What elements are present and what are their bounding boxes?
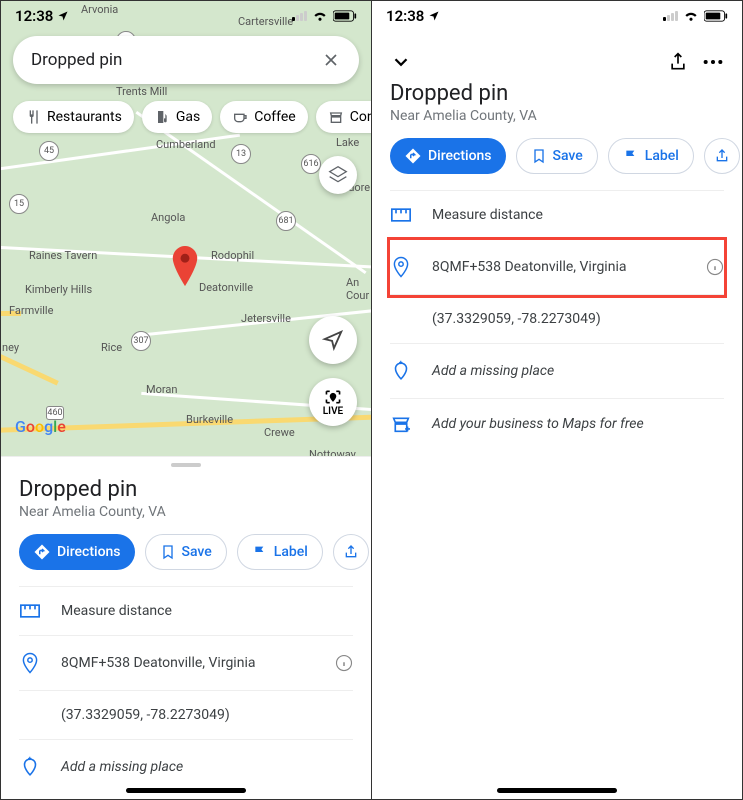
plus-code-row[interactable]: 8QMF+538 Deatonville, Virginia [19,636,353,691]
coordinates-row[interactable]: (37.3329059, -78.2273049) [19,691,353,740]
share-icon[interactable] [668,51,688,73]
ruler-icon [19,604,41,618]
home-indicator [497,788,617,793]
pin-outline-icon [390,256,412,278]
gas-icon [154,109,170,125]
google-logo: Google [15,417,66,436]
wifi-icon [683,10,699,22]
cellular-icon [663,11,678,21]
plus-code-row[interactable]: 8QMF+538 Deatonville, Virginia [390,240,724,295]
status-time: 12:38 [386,7,424,25]
layers-button[interactable] [319,156,357,194]
add-place-text: Add a missing place [432,363,724,379]
detail-subtitle: Near Amelia County, VA [390,108,724,124]
directions-button[interactable]: Directions [390,138,506,174]
wifi-icon [312,10,328,22]
battery-icon [333,10,357,22]
category-chips: Restaurants Gas Coffee Conve [13,101,371,133]
coffee-icon [232,109,248,125]
add-place-text: Add a missing place [61,759,353,775]
add-business-text: Add your business to Maps for free [432,416,724,432]
clear-icon[interactable] [321,50,341,70]
info-icon[interactable] [335,654,353,672]
directions-icon [404,147,422,165]
detail-header [372,27,742,81]
add-place-row[interactable]: Add a missing place [390,344,724,399]
add-place-icon [19,756,41,778]
share-icon [343,544,359,560]
flag-icon [623,148,639,164]
live-icon [323,388,343,406]
cellular-icon [292,11,307,21]
more-icon[interactable] [702,59,724,65]
collapse-chevron-icon[interactable] [390,51,412,73]
directions-button[interactable]: Directions [19,534,135,570]
bookmark-icon [160,544,176,560]
measure-distance-row[interactable]: Measure distance [390,191,724,240]
status-bar: 12:38 [372,1,742,27]
coordinates-text: (37.3329059, -78.2273049) [432,311,724,327]
share-icon [714,148,730,164]
store-add-icon [390,415,412,433]
chip-restaurants[interactable]: Restaurants [13,101,134,133]
home-indicator [126,788,246,793]
action-buttons: Directions Save Label [19,534,353,570]
detail-list: Measure distance 8QMF+538 Deatonville, V… [390,190,724,449]
location-arrow-icon [57,10,69,22]
save-button[interactable]: Save [145,534,227,570]
navigation-icon [322,329,344,351]
label-button[interactable]: Label [608,138,694,174]
add-place-icon [390,360,412,382]
search-bar[interactable]: Dropped pin [13,36,359,84]
coordinates-text: (37.3329059, -78.2273049) [61,707,353,723]
dropped-pin-marker[interactable] [171,246,199,286]
add-place-row[interactable]: Add a missing place [19,740,353,794]
plus-code-text: 8QMF+538 Deatonville, Virginia [61,655,315,671]
bottom-sheet: Dropped pin Near Amelia County, VA Direc… [1,456,371,794]
save-button[interactable]: Save [516,138,598,174]
search-text: Dropped pin [31,50,321,70]
plus-code-text: 8QMF+538 Deatonville, Virginia [432,259,686,275]
share-button[interactable] [704,138,740,174]
location-arrow-icon [428,10,440,22]
left-screenshot: 610 45 13 15 616 681 307 460 Arvonia Car… [1,1,372,799]
battery-icon [704,10,728,22]
sheet-title: Dropped pin [19,477,353,502]
share-button[interactable] [333,534,369,570]
measure-distance-row[interactable]: Measure distance [19,587,353,636]
status-time: 12:38 [15,7,53,25]
detail-title: Dropped pin [390,81,724,106]
my-location-button[interactable] [309,316,357,364]
pin-outline-icon [19,652,41,674]
label-button[interactable]: Label [237,534,323,570]
sheet-subtitle: Near Amelia County, VA [19,504,353,520]
info-icon[interactable] [706,258,724,276]
coordinates-row[interactable]: (37.3329059, -78.2273049) [390,295,724,344]
chip-coffee[interactable]: Coffee [220,101,308,133]
store-icon [328,109,344,125]
live-view-button[interactable]: LIVE [309,378,357,426]
chip-gas[interactable]: Gas [142,101,212,133]
bookmark-icon [531,148,547,164]
layers-icon [328,165,348,185]
details-list: Measure distance 8QMF+538 Deatonville, V… [19,586,353,794]
directions-icon [33,543,51,561]
flag-icon [252,544,268,560]
measure-label: Measure distance [432,207,724,223]
chip-convenience[interactable]: Conve [316,101,371,133]
status-bar: 12:38 [1,1,371,27]
restaurant-icon [25,109,41,125]
detail-action-buttons: Directions Save Label [390,138,724,174]
sheet-handle[interactable] [171,463,201,467]
add-business-row[interactable]: Add your business to Maps for free [390,399,724,449]
measure-label: Measure distance [61,603,353,619]
right-screenshot: 12:38 Dropped pin Near Amelia County, VA… [372,1,742,799]
map-view[interactable]: 610 45 13 15 616 681 307 460 Arvonia Car… [1,1,371,456]
ruler-icon [390,208,412,222]
